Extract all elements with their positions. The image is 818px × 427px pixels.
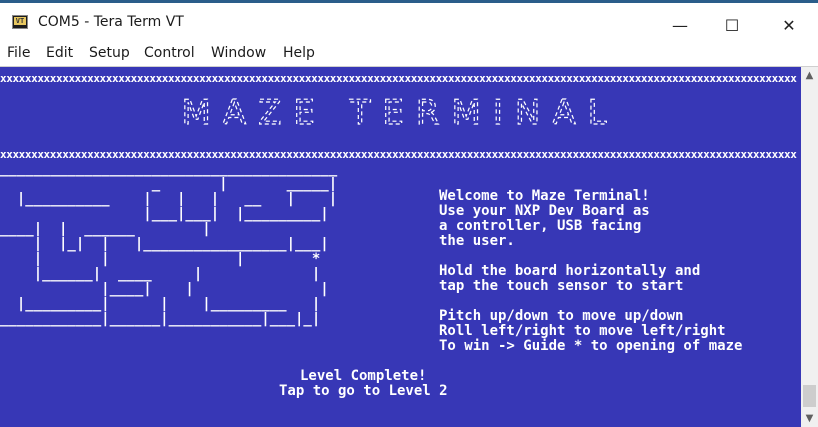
welcome-line: the user.	[439, 233, 515, 249]
maze-row: |___|___| |_________|	[0, 206, 329, 222]
welcome-line: Welcome to Maze Terminal!	[439, 188, 650, 204]
instruction-line: Hold the board horizontally and	[439, 263, 701, 279]
scroll-thumb[interactable]	[803, 385, 816, 407]
menu-file[interactable]: File	[7, 45, 30, 61]
menu-setup[interactable]: Setup	[89, 45, 130, 61]
level-complete-line: Level Complete!	[300, 368, 427, 384]
maze-row: |______| ____ | |	[0, 266, 321, 282]
close-button[interactable]: ✕	[766, 6, 812, 44]
app-icon-label: VT	[14, 17, 26, 25]
control-line: Pitch up/down to move up/down	[439, 308, 684, 324]
tera-term-app-icon[interactable]: VT	[12, 15, 28, 29]
welcome-line: Use your NXP Dev Board as	[439, 203, 650, 219]
close-icon: ✕	[782, 15, 796, 35]
vertical-scrollbar[interactable]: ▲ ▼	[801, 67, 818, 427]
chevron-up-icon: ▲	[805, 70, 814, 81]
maze-row: | |_| | |_________________|___|	[0, 236, 329, 252]
maze-row: | | | *	[0, 251, 321, 267]
maze-terminal-banner: MAZE TERMINAL	[181, 97, 618, 131]
minimize-button[interactable]: —	[657, 6, 703, 44]
terminal-screen[interactable]: xxxxxxxxxxxxxxxxxxxxxxxxxxxxxxxxxxxxxxxx…	[0, 67, 801, 427]
border-row-top: xxxxxxxxxxxxxxxxxxxxxxxxxxxxxxxxxxxxxxxx…	[0, 72, 797, 85]
maze-row: |_________| | |_________ |	[0, 296, 321, 312]
welcome-line: a controller, USB facing	[439, 218, 642, 234]
chevron-down-icon: ▼	[805, 413, 814, 424]
menu-bar: File Edit Setup Control Window Help	[0, 41, 818, 65]
scroll-up-button[interactable]: ▲	[801, 67, 818, 84]
instruction-line: tap the touch sensor to start	[439, 278, 684, 294]
menu-control[interactable]: Control	[144, 45, 195, 61]
title-bar[interactable]: VT COM5 - Tera Term VT — ☐ ✕	[0, 3, 818, 41]
menu-edit[interactable]: Edit	[46, 45, 73, 61]
banner-title: MAZE TERMINAL	[181, 97, 618, 131]
maze-row: |__________ | | | __ | |	[0, 191, 338, 207]
menu-help[interactable]: Help	[283, 45, 315, 61]
control-line: To win -> Guide * to opening of maze	[439, 338, 743, 354]
menu-window[interactable]: Window	[211, 45, 266, 61]
maze-row: ________________________________________	[0, 161, 338, 177]
maximize-icon: ☐	[724, 15, 740, 35]
next-level-line: Tap to go to Level 2	[279, 383, 448, 399]
maximize-button[interactable]: ☐	[709, 6, 755, 44]
control-line: Roll left/right to move left/right	[439, 323, 726, 339]
window-title: COM5 - Tera Term VT	[38, 14, 184, 30]
maze-row: _ | _____|	[0, 176, 338, 192]
maze-row: ____| | ______ |	[0, 221, 211, 237]
maze-row: ____________|______|___________|___|_|	[0, 311, 321, 327]
scroll-down-button[interactable]: ▼	[801, 410, 818, 427]
minimize-icon: —	[672, 15, 688, 35]
maze-row: |____| | |	[0, 281, 329, 297]
